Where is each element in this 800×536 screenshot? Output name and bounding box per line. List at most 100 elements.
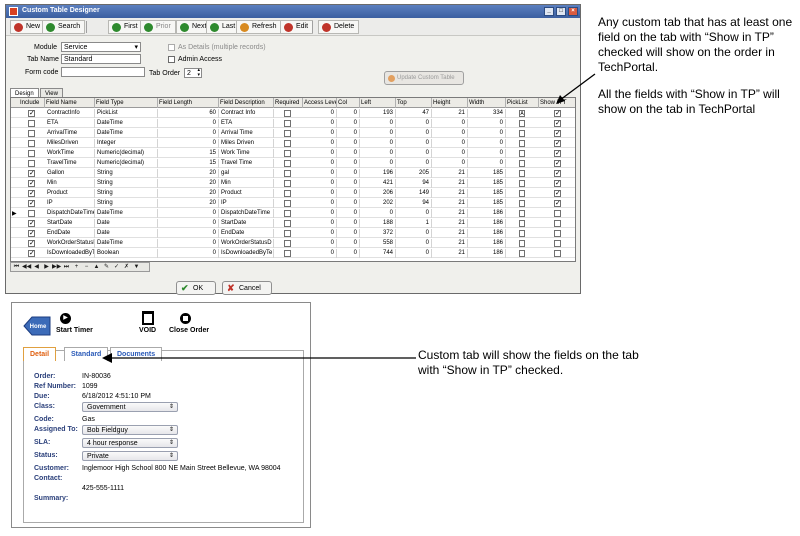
cell-access[interactable]: 0: [303, 239, 337, 248]
cell-name[interactable]: WorkOrderStatusDa: [45, 239, 95, 248]
show-checkbox[interactable]: ✓: [554, 160, 561, 167]
cell-desc[interactable]: Miles Driven: [219, 139, 274, 148]
cell-top[interactable]: 0: [396, 209, 432, 218]
required-checkbox[interactable]: [284, 110, 291, 117]
cell-name[interactable]: ContractInfo: [45, 109, 95, 118]
show-checkbox[interactable]: ✓: [554, 110, 561, 117]
picklist-icon[interactable]: [519, 210, 525, 217]
column-header[interactable]: Required: [274, 98, 303, 108]
stop-icon[interactable]: [180, 313, 191, 324]
cancel-button[interactable]: ✘ Cancel: [222, 281, 272, 295]
cell-type[interactable]: Numeric(decimal): [95, 149, 158, 158]
cell-top[interactable]: 0: [396, 249, 432, 258]
cell-col[interactable]: 0: [337, 139, 360, 148]
table-row[interactable]: ArrivalTime DateTime 0 Arrival Time 0 0 0 0 0 0 ✓: [11, 129, 575, 138]
field-select[interactable]: Private ⇕: [82, 451, 178, 461]
show-checkbox[interactable]: ✓: [554, 200, 561, 207]
column-header[interactable]: PickList: [506, 98, 539, 108]
nav-up-icon[interactable]: ▲: [92, 264, 101, 271]
cell-length[interactable]: 20: [158, 179, 219, 188]
cell-col[interactable]: 0: [337, 109, 360, 118]
column-header[interactable]: Field Type: [95, 98, 158, 108]
tab-name-field[interactable]: Standard: [61, 54, 141, 64]
close-order-button[interactable]: Close Order: [169, 327, 209, 334]
picklist-icon[interactable]: [519, 130, 525, 137]
column-header[interactable]: Top: [396, 98, 432, 108]
cell-length[interactable]: 0: [158, 209, 219, 218]
cell-type[interactable]: String: [95, 169, 158, 178]
cell-desc[interactable]: Arrival Time: [219, 129, 274, 138]
cell-top[interactable]: 0: [396, 119, 432, 128]
update-custom-table-button[interactable]: Update Custom Table: [384, 71, 464, 85]
column-header[interactable]: Include: [19, 98, 45, 108]
delete-button[interactable]: Delete: [318, 20, 360, 34]
cell-top[interactable]: 0: [396, 149, 432, 158]
show-checkbox[interactable]: ✓: [554, 170, 561, 177]
column-header[interactable]: Access Leve: [303, 98, 337, 108]
cell-name[interactable]: DispatchDateTime: [45, 209, 95, 218]
cell-access[interactable]: 0: [303, 219, 337, 228]
cell-length[interactable]: 20: [158, 169, 219, 178]
required-checkbox[interactable]: [284, 220, 291, 227]
cell-left[interactable]: 206: [360, 189, 396, 198]
cell-name[interactable]: Min: [45, 179, 95, 188]
cell-access[interactable]: 0: [303, 149, 337, 158]
cell-access[interactable]: 0: [303, 209, 337, 218]
table-row[interactable]: ✓ Min String 20 Min 0 0 421 94 21 185 ✓: [11, 179, 575, 188]
cell-left[interactable]: 0: [360, 139, 396, 148]
cell-name[interactable]: EndDate: [45, 229, 95, 238]
cell-col[interactable]: 0: [337, 169, 360, 178]
cell-length[interactable]: 0: [158, 119, 219, 128]
first-button[interactable]: First: [108, 20, 143, 34]
field-select[interactable]: Bob Fieldguy ⇕: [82, 425, 178, 435]
picklist-icon[interactable]: [519, 150, 525, 157]
cell-height[interactable]: 21: [432, 209, 468, 218]
show-checkbox[interactable]: ✓: [554, 130, 561, 137]
field-select[interactable]: 4 hour response ⇕: [82, 438, 178, 448]
nav-prev-icon[interactable]: ◀: [32, 264, 41, 271]
cell-width[interactable]: 0: [468, 129, 506, 138]
cell-top[interactable]: 0: [396, 239, 432, 248]
play-icon[interactable]: ▶: [60, 313, 71, 324]
cell-left[interactable]: 0: [360, 149, 396, 158]
cell-type[interactable]: DateTime: [95, 119, 158, 128]
include-checkbox[interactable]: [28, 160, 35, 167]
cell-top[interactable]: 149: [396, 189, 432, 198]
cell-type[interactable]: DateTime: [95, 239, 158, 248]
required-checkbox[interactable]: [284, 170, 291, 177]
cell-type[interactable]: DateTime: [95, 209, 158, 218]
cell-length[interactable]: 15: [158, 159, 219, 168]
cell-top[interactable]: 0: [396, 129, 432, 138]
cell-col[interactable]: 0: [337, 249, 360, 258]
cell-access[interactable]: 0: [303, 129, 337, 138]
picklist-icon[interactable]: [519, 120, 525, 127]
cell-desc[interactable]: StartDate: [219, 219, 274, 228]
cell-top[interactable]: 0: [396, 139, 432, 148]
cell-width[interactable]: 0: [468, 149, 506, 158]
cell-name[interactable]: StartDate: [45, 219, 95, 228]
show-checkbox[interactable]: [554, 250, 561, 257]
search-button[interactable]: Search: [42, 20, 86, 34]
show-checkbox[interactable]: ✓: [554, 180, 561, 187]
void-button[interactable]: VOID: [139, 327, 156, 334]
cell-name[interactable]: Gallon: [45, 169, 95, 178]
table-row[interactable]: TravelTime Numeric(decimal) 15 Travel Time 0…: [11, 159, 575, 168]
cell-name[interactable]: Product: [45, 189, 95, 198]
form-code-field[interactable]: [61, 67, 145, 77]
cell-type[interactable]: String: [95, 189, 158, 198]
cell-access[interactable]: 0: [303, 159, 337, 168]
cell-desc[interactable]: IP: [219, 199, 274, 208]
cell-height[interactable]: 0: [432, 149, 468, 158]
cell-left[interactable]: 0: [360, 209, 396, 218]
column-header[interactable]: Col: [337, 98, 360, 108]
cell-access[interactable]: 0: [303, 189, 337, 198]
cell-desc[interactable]: gal: [219, 169, 274, 178]
cell-type[interactable]: Numeric(decimal): [95, 159, 158, 168]
required-checkbox[interactable]: [284, 240, 291, 247]
picklist-icon[interactable]: [519, 140, 525, 147]
close-icon[interactable]: ×: [568, 7, 578, 16]
nav-delete-icon[interactable]: −: [82, 264, 91, 271]
cell-col[interactable]: 0: [337, 129, 360, 138]
cell-col[interactable]: 0: [337, 159, 360, 168]
module-select[interactable]: Service ▾: [61, 42, 141, 52]
